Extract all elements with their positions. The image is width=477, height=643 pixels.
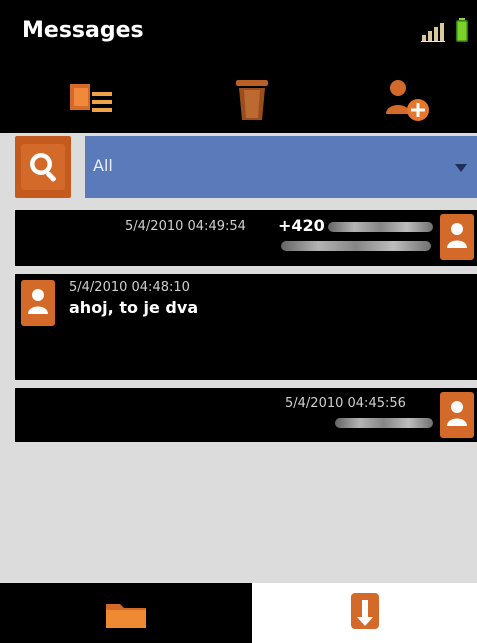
contact-avatar (440, 214, 474, 260)
message-preview: ahoj, to je dva (69, 298, 199, 317)
battery-icon (455, 18, 469, 42)
chevron-down-icon (455, 164, 467, 172)
redacted-preview (335, 418, 433, 428)
message-timestamp: 5/4/2010 04:49:54 (125, 219, 246, 234)
add-contact-button[interactable] (380, 70, 440, 130)
app-title: Messages (22, 18, 144, 43)
folder-icon (106, 604, 146, 628)
search-icon (21, 144, 65, 190)
contact-icon (447, 223, 467, 248)
filter-selected-value: All (93, 156, 113, 175)
bottom-tab-bar (0, 583, 477, 643)
contact-icon (447, 401, 467, 426)
contact-icon (28, 289, 48, 314)
redacted-preview (281, 241, 431, 251)
move-to-folder-icon (70, 84, 112, 112)
contact-avatar (21, 280, 55, 326)
status-area (421, 18, 469, 42)
add-contact-icon (386, 80, 429, 121)
contact-avatar (440, 392, 474, 438)
delete-button[interactable] (222, 70, 282, 130)
search-button[interactable] (15, 136, 71, 198)
message-timestamp: 5/4/2010 04:45:56 (285, 396, 406, 411)
alert-icon (350, 593, 379, 629)
message-filter-select[interactable]: All (85, 136, 477, 198)
message-item[interactable]: 5/4/2010 04:49:54 +420 (15, 210, 477, 266)
message-timestamp: 5/4/2010 04:48:10 (69, 280, 190, 295)
redacted-sender (328, 222, 433, 232)
message-item[interactable]: 5/4/2010 04:48:10 ahoj, to je dva (15, 274, 477, 380)
toolbar (0, 70, 477, 133)
tab-folders[interactable] (0, 583, 252, 643)
message-sender: +420 (278, 216, 325, 235)
filter-row: All (15, 133, 477, 203)
top-bar: Messages (0, 0, 477, 133)
tab-messages[interactable] (252, 583, 477, 643)
message-item[interactable]: 5/4/2010 04:45:56 (15, 388, 477, 442)
signal-icon (421, 22, 445, 42)
move-to-folder-button[interactable] (65, 70, 125, 130)
trash-icon (236, 80, 268, 120)
